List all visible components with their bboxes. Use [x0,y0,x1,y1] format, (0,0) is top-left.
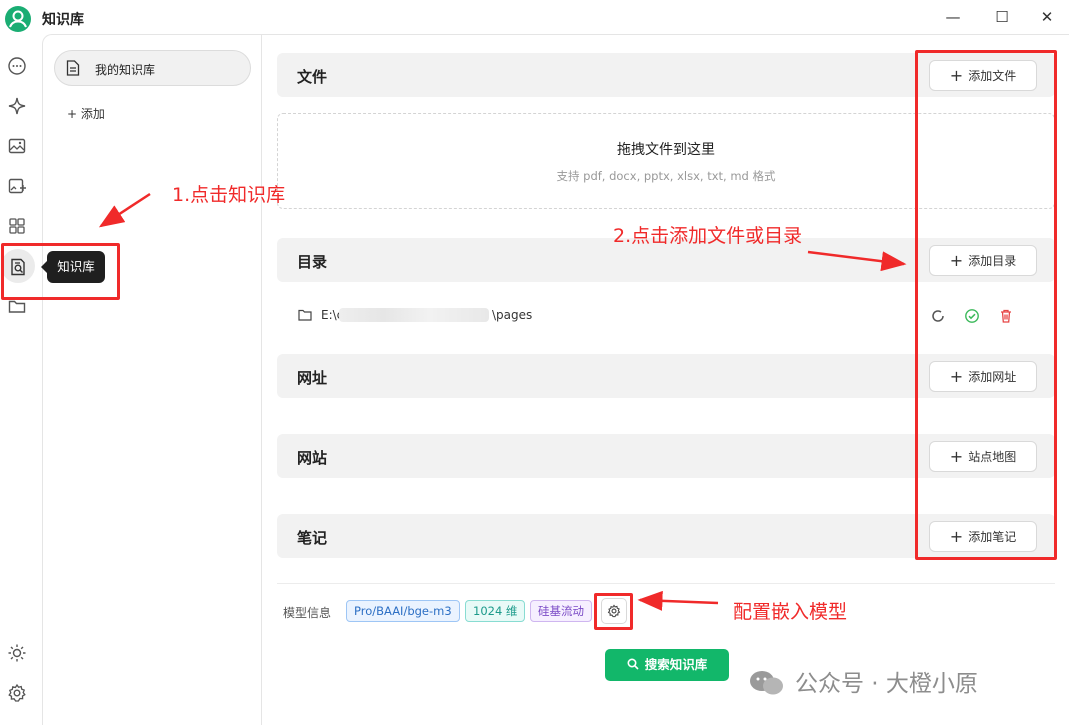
maximize-button[interactable]: ☐ [989,6,1015,28]
title-bar: 知识库 — ☐ ✕ [0,0,1069,34]
user-avatar-icon[interactable] [5,6,31,32]
icon-rail [0,34,42,725]
watermark: 公众号 · 大橙小原 [795,671,978,697]
search-icon [627,658,639,670]
knowledge-base-item[interactable]: 我的知识库 [54,50,251,86]
annotation-box-settings [594,593,633,630]
model-name-tag: Pro/BAAI/bge-m3 [346,600,460,622]
directory-path-suffix: \pages [492,308,533,322]
dimension-tag: 1024 维 [465,600,526,622]
notes-section-title: 笔记 [297,529,328,547]
search-knowledge-base-button[interactable]: 搜索知识库 [605,649,729,681]
wechat-icon [750,671,783,695]
annotation-step1: 1.点击知识库 [172,184,286,206]
app-title: 知识库 [42,12,84,28]
folder-icon [298,309,312,321]
url-section-title: 网址 [297,369,328,387]
sparkle-icon[interactable] [6,96,28,118]
add-knowledge-base-button[interactable]: + 添加 [67,105,105,122]
model-info-label: 模型信息 [283,606,332,620]
settings-icon[interactable] [6,683,28,705]
knowledge-base-item-label: 我的知识库 [95,63,156,77]
website-section-title: 网站 [297,449,328,467]
annotation-box-add-buttons [915,50,1057,560]
sun-icon[interactable] [6,643,28,665]
annotation-step2: 2.点击添加文件或目录 [613,225,803,247]
image-edit-icon[interactable] [6,176,28,198]
image-icon[interactable] [6,136,28,158]
minimize-button[interactable]: — [940,6,966,28]
redacted-path [339,308,489,322]
divider [277,583,1055,584]
annotation-box-knowledge-base [1,243,120,300]
directory-section-title: 目录 [297,253,328,271]
search-button-label: 搜索知识库 [644,657,708,672]
apps-grid-icon[interactable] [6,216,28,238]
document-icon [66,60,80,76]
provider-tag: 硅基流动 [530,600,592,622]
knowledge-base-list: 我的知识库 + 添加 [42,34,262,725]
close-button[interactable]: ✕ [1034,6,1060,28]
files-section-title: 文件 [297,68,328,86]
annotation-step3: 配置嵌入模型 [733,601,848,623]
chat-icon[interactable] [6,56,28,78]
